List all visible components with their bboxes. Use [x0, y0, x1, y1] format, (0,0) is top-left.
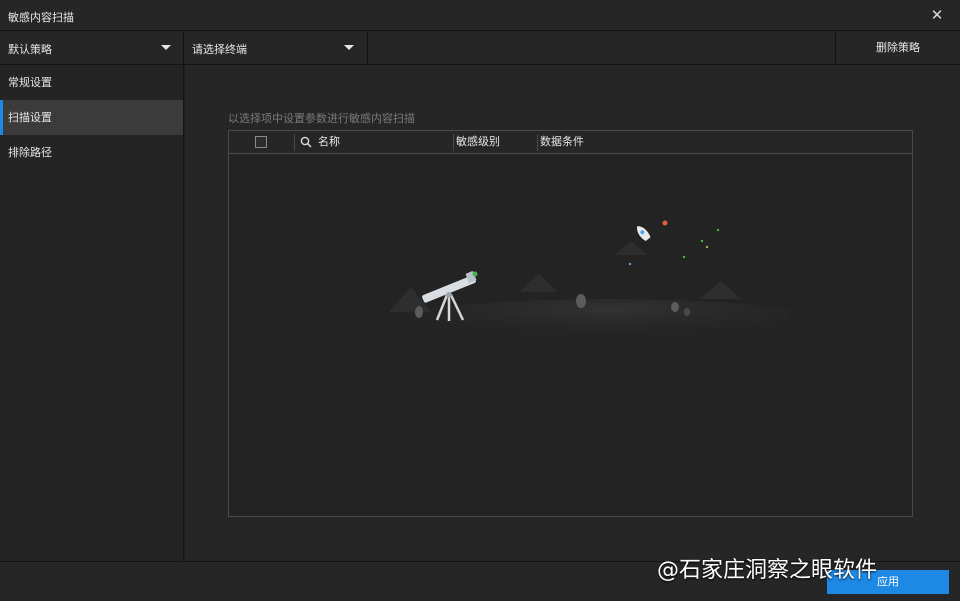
column-divider	[294, 134, 295, 151]
policy-select[interactable]: 默认策略	[0, 31, 184, 65]
policy-select-label: 默认策略	[8, 43, 52, 56]
table-header: 名称 敏感级别 数据条件	[229, 131, 912, 154]
window-title: 敏感内容扫描	[8, 11, 74, 24]
toolbar: 默认策略 请选择终端 删除策略	[0, 31, 960, 65]
select-all-checkbox[interactable]	[255, 136, 267, 148]
scan-hint: 以选择项中设置参数进行敏感内容扫描	[228, 112, 415, 125]
title-bar: 敏感内容扫描 ✕	[0, 0, 960, 31]
main-panel: 以选择项中设置参数进行敏感内容扫描 名称 敏感级别 数据条件	[185, 65, 960, 561]
footer-bar: 应用	[0, 561, 960, 601]
column-data-condition[interactable]: 数据条件	[540, 131, 584, 153]
column-divider	[537, 134, 538, 151]
apply-button[interactable]: 应用	[827, 570, 949, 594]
column-divider	[453, 134, 454, 151]
column-sensitivity-level[interactable]: 敏感级别	[456, 131, 500, 153]
sidebar: 常规设置 扫描设置 排除路径	[0, 65, 184, 561]
chevron-down-icon	[344, 45, 354, 50]
rocket-icon	[637, 226, 651, 242]
rules-table: 名称 敏感级别 数据条件	[228, 130, 913, 517]
sidebar-item-exclude-paths[interactable]: 排除路径	[0, 135, 183, 170]
sidebar-item-general[interactable]: 常规设置	[0, 65, 183, 100]
terminal-select-label: 请选择终端	[192, 43, 247, 56]
empty-state-illustration	[379, 220, 789, 351]
column-name[interactable]: 名称	[318, 131, 340, 153]
delete-policy-button[interactable]: 删除策略	[835, 31, 960, 65]
chevron-down-icon	[161, 45, 171, 50]
search-icon[interactable]	[300, 136, 312, 148]
sidebar-item-scan[interactable]: 扫描设置	[0, 100, 183, 135]
close-icon[interactable]: ✕	[928, 6, 946, 24]
terminal-select[interactable]: 请选择终端	[184, 31, 368, 65]
